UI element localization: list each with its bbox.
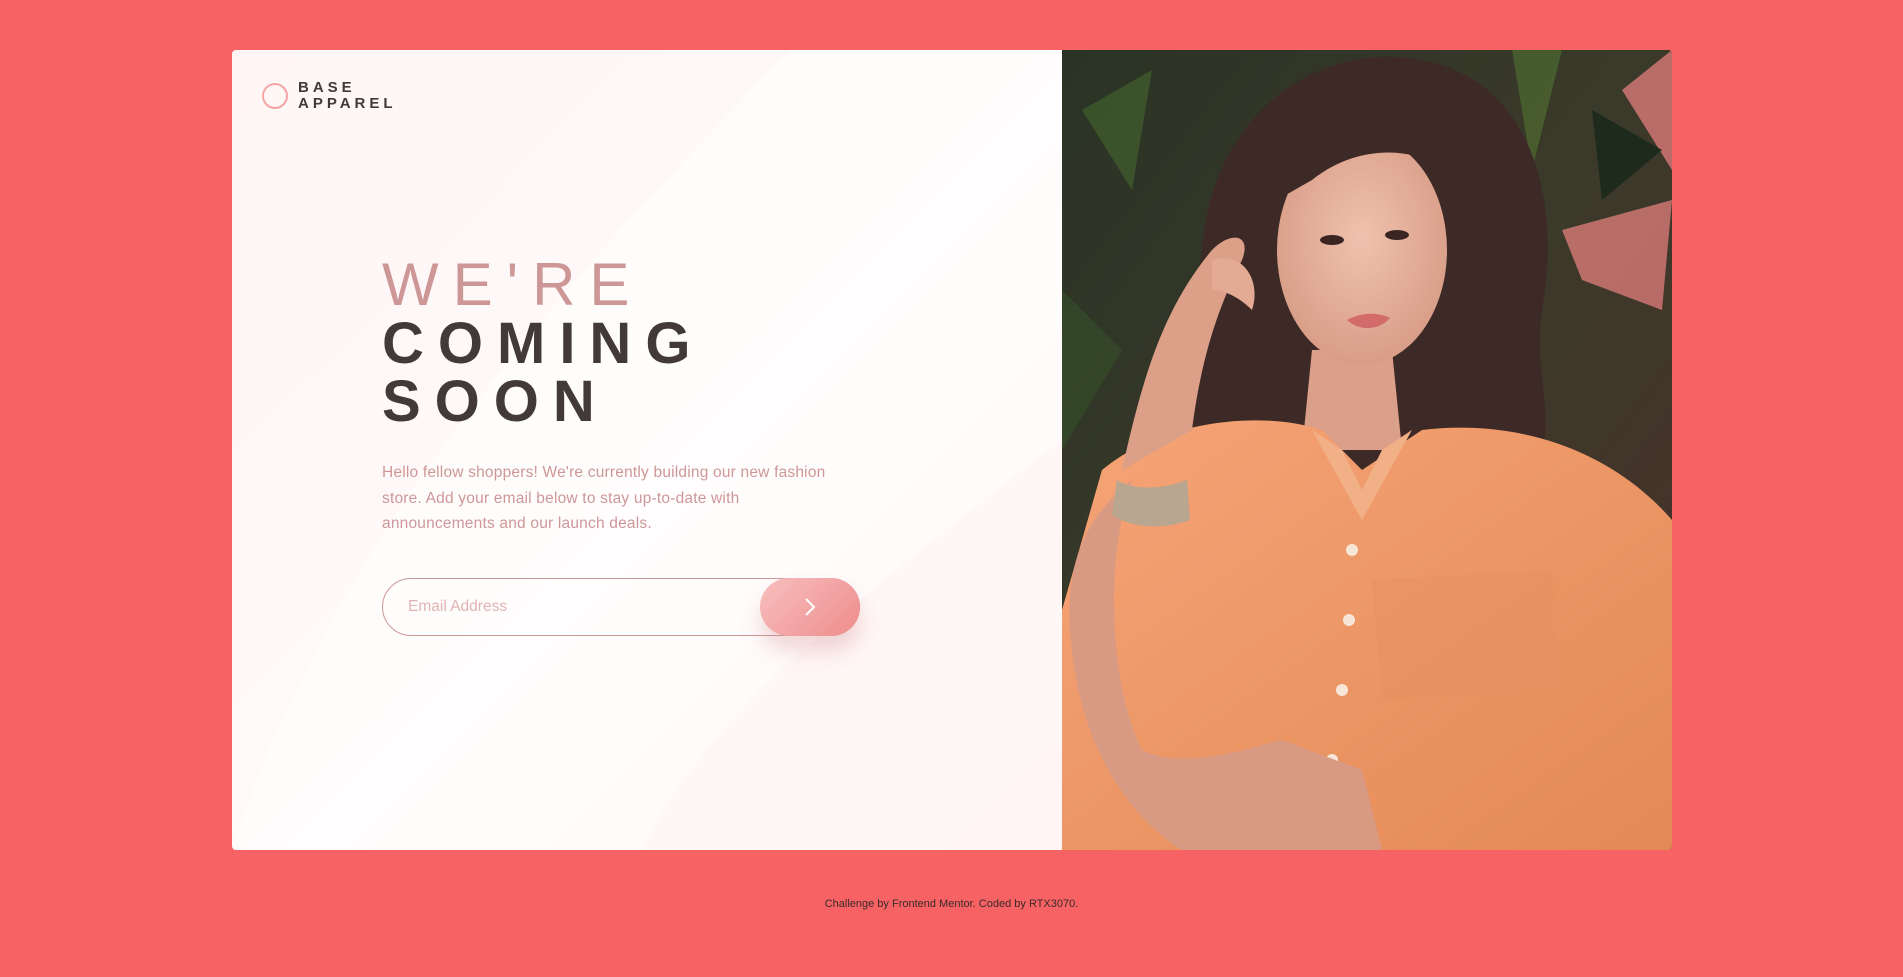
content-panel: BASE APPAREL WE'RE COMING SOON Hello fel… (232, 50, 1062, 850)
background-pattern (232, 50, 1062, 850)
page-headline: WE'RE COMING SOON (382, 255, 704, 431)
headline-light: WE'RE (382, 251, 644, 318)
headline-bold-2: SOON (382, 369, 609, 434)
logo-line-1: BASE (298, 79, 356, 96)
email-signup-form (382, 578, 860, 636)
logo-wordmark: BASE APPAREL (298, 80, 397, 112)
page-footer: Challenge by Frontend Mentor. Coded by R… (824, 898, 1079, 910)
logo-line-2: APPAREL (298, 95, 397, 112)
page-description: Hello fellow shoppers! We're currently b… (382, 464, 826, 532)
headline-bold-1: COMING (382, 311, 705, 376)
hero-photo (1062, 50, 1672, 850)
submit-button[interactable] (760, 578, 860, 636)
chevron-right-icon (805, 598, 816, 616)
hero-image-panel (1062, 50, 1672, 850)
main-card: BASE APPAREL WE'RE COMING SOON Hello fel… (232, 50, 1672, 850)
brand-logo[interactable]: BASE APPAREL (262, 80, 397, 112)
logo-ring-icon (262, 83, 288, 109)
